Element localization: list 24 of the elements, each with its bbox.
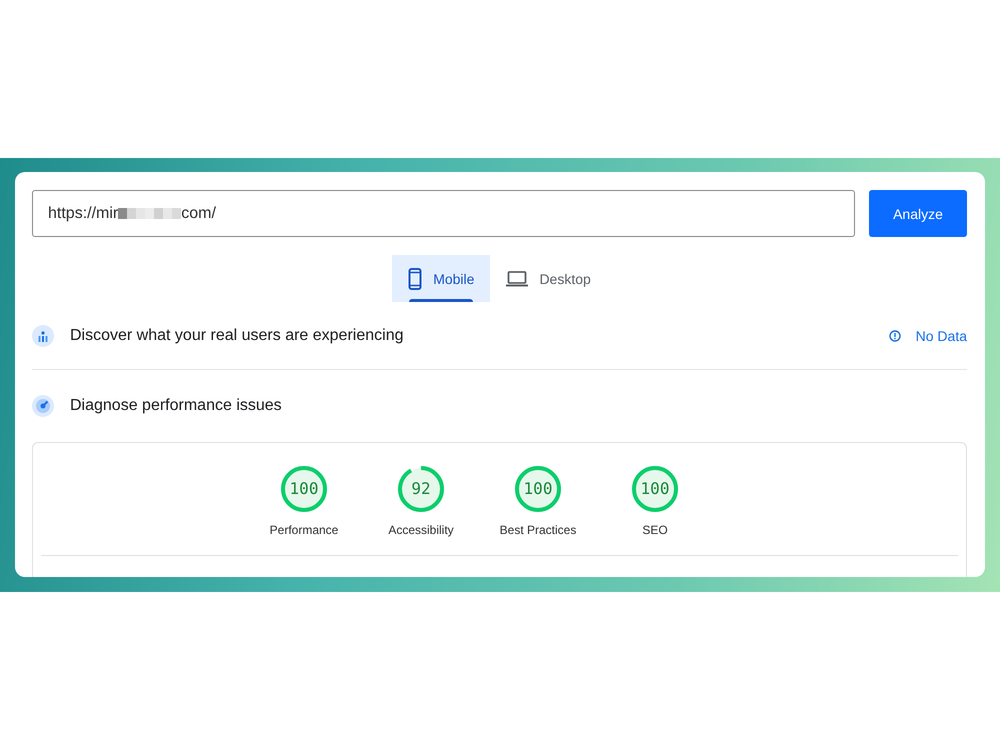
phone-icon (408, 268, 422, 290)
score-label: Best Practices (500, 523, 576, 537)
laptop-icon (506, 270, 528, 286)
score-gauge (514, 465, 562, 513)
url-field[interactable]: https://mir com/ (32, 190, 855, 237)
score-gauge (280, 465, 328, 513)
device-tab[interactable]: Mobile (392, 255, 490, 302)
section-title: Diagnose performance issues (70, 397, 282, 415)
section-title: Discover what your real users are experiencing (70, 326, 404, 344)
score-gauge (397, 465, 445, 513)
device-tab[interactable]: Desktop (490, 255, 607, 302)
info-icon (888, 330, 901, 342)
score-value: 92 (411, 479, 431, 498)
score-label: Performance (270, 523, 338, 537)
score-gauge (631, 465, 679, 513)
score-value: 100 (640, 479, 670, 498)
score-label: SEO (642, 523, 668, 537)
score-label: Accessibility (388, 523, 454, 537)
gauge-icon (32, 395, 54, 417)
users-chart-icon (32, 324, 54, 346)
analyze-button[interactable]: Analyze (869, 190, 967, 237)
status-text: No Data (916, 328, 967, 344)
score-value: 100 (290, 479, 318, 498)
score-value: 100 (524, 479, 552, 498)
